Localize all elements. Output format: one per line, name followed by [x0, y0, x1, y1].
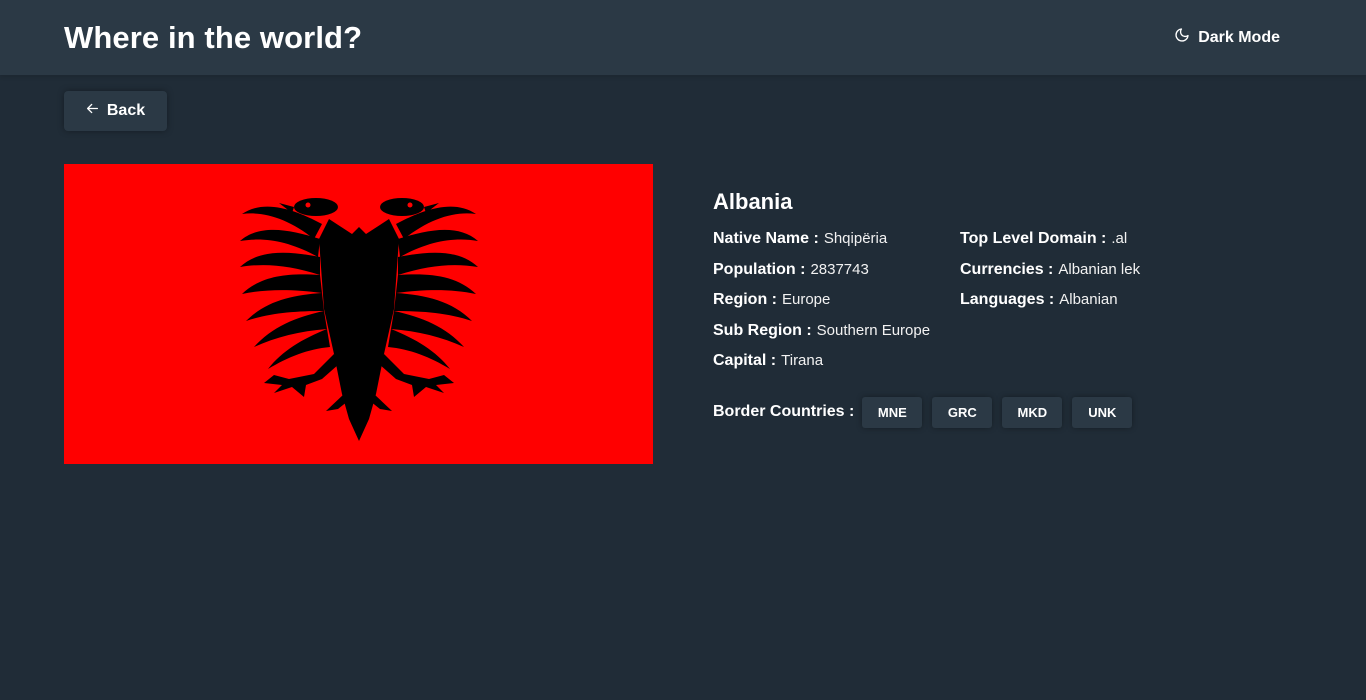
- sub-region-value: Southern Europe: [816, 321, 931, 339]
- border-countries: Border Countries : MNE GRC MKD UNK: [713, 396, 1142, 428]
- region-value: Europe: [782, 291, 831, 308]
- double-headed-eagle-icon: [239, 198, 478, 441]
- region-label: Region :: [713, 291, 777, 308]
- border-country-button[interactable]: MNE: [862, 396, 923, 428]
- border-country-button[interactable]: GRC: [932, 396, 993, 428]
- sub-region-label: Sub Region :: [713, 321, 812, 339]
- capital-value: Tirana: [781, 352, 824, 369]
- arrow-left-icon: [86, 102, 99, 120]
- native-name-label: Native Name :: [713, 230, 819, 247]
- languages-value: Albanian: [1059, 291, 1118, 308]
- native-name-row: Native Name : Shqipëria: [713, 229, 940, 260]
- tld-value: .al: [1111, 230, 1128, 247]
- back-button[interactable]: Back: [64, 91, 167, 131]
- border-country-button[interactable]: UNK: [1072, 396, 1133, 428]
- currencies-value: Albanian lek: [1058, 260, 1141, 278]
- population-value: 2837743: [810, 260, 869, 278]
- tld-label: Top Level Domain :: [960, 230, 1107, 247]
- currencies-label: Currencies :: [960, 260, 1054, 278]
- tld-row: Top Level Domain : .al: [960, 229, 1140, 260]
- dark-mode-toggle[interactable]: Dark Mode: [1174, 27, 1280, 48]
- languages-label: Languages :: [960, 291, 1055, 308]
- native-name-value: Shqipëria: [823, 230, 888, 247]
- sub-region-row: Sub Region : Southern Europe: [713, 321, 940, 352]
- population-row: Population :2837743: [713, 260, 940, 291]
- country-details: Albania Native Name : Shqipëria Populatio…: [713, 189, 1142, 428]
- languages-row: Languages : Albanian: [960, 290, 1140, 321]
- country-name: Albania: [713, 189, 793, 214]
- app-header: Where in the world? Dark Mode: [0, 0, 1366, 75]
- capital-label: Capital :: [713, 352, 777, 369]
- border-country-button[interactable]: MKD: [1002, 396, 1063, 428]
- country-flag: [64, 164, 653, 464]
- region-row: Region : Europe: [713, 290, 940, 321]
- dark-mode-label: Dark Mode: [1198, 28, 1280, 46]
- capital-row: Capital : Tirana: [713, 351, 940, 382]
- app-title: Where in the world?: [64, 19, 363, 55]
- currencies-row: Currencies : Albanian lek: [960, 260, 1140, 291]
- back-label: Back: [106, 102, 146, 119]
- border-countries-label: Border Countries :: [713, 403, 855, 420]
- moon-icon: [1174, 27, 1190, 48]
- population-label: Population :: [713, 260, 806, 278]
